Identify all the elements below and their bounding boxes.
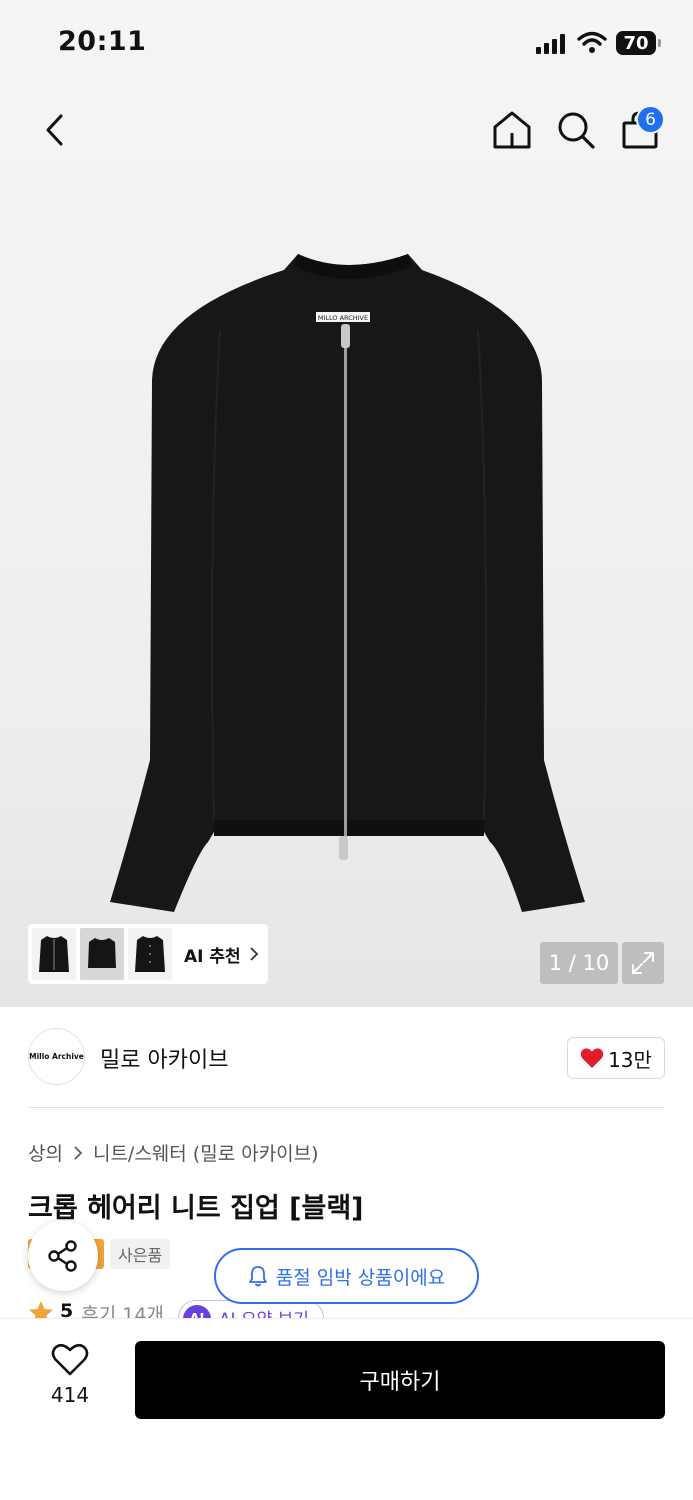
ai-thumbnail[interactable] xyxy=(32,928,76,980)
breadcrumb-subcategory[interactable]: 니트/스웨터 (밀로 아카이브) xyxy=(93,1139,319,1166)
chevron-right-icon xyxy=(74,1145,83,1160)
heart-filled-icon xyxy=(580,1048,604,1068)
bell-icon xyxy=(248,1266,267,1287)
low-stock-toast: 품절 임박 상품이에요 xyxy=(214,1248,479,1304)
search-button[interactable] xyxy=(554,108,598,152)
expand-icon xyxy=(632,952,654,974)
product-gallery[interactable]: 20:11 70 6 MILLO ARCHIVE AI 추천 1 / 10 xyxy=(0,0,693,1007)
breadcrumb-category[interactable]: 상의 xyxy=(28,1139,63,1166)
low-stock-text: 품절 임박 상품이에요 xyxy=(275,1266,446,1289)
review-count[interactable]: 후기 14개 xyxy=(81,1300,164,1320)
chevron-left-icon xyxy=(46,114,63,146)
brand-like-button[interactable]: 13만 xyxy=(567,1037,665,1079)
home-icon xyxy=(493,111,531,149)
battery-indicator: 70 xyxy=(616,31,661,55)
cart-count-badge: 6 xyxy=(636,105,665,134)
clothing-label: MILLO ARCHIVE xyxy=(318,314,368,322)
home-button[interactable] xyxy=(490,108,534,152)
signal-icon xyxy=(536,34,566,54)
image-counter: 1 / 10 xyxy=(540,942,618,984)
product-title: 크롭 헤어리 니트 집업 [블랙] xyxy=(28,1193,364,1224)
status-bar: 20:11 70 xyxy=(0,0,693,90)
brand-name[interactable]: 밀로 아카이브 xyxy=(100,1042,228,1074)
rating-score: 5 xyxy=(60,1300,74,1320)
ai-recommend-strip[interactable]: AI 추천 xyxy=(28,924,268,984)
share-icon xyxy=(48,1240,77,1272)
ai-recommend-label: AI 추천 xyxy=(184,946,241,967)
wishlist-button[interactable]: 414 xyxy=(30,1343,110,1415)
back-button[interactable] xyxy=(34,110,74,150)
wishlist-count: 414 xyxy=(50,1383,90,1407)
ai-thumbnail[interactable] xyxy=(80,928,124,980)
gift-tag: 사은품 xyxy=(110,1239,171,1269)
chevron-right-icon xyxy=(250,947,258,961)
heart-outline-icon xyxy=(51,1343,89,1376)
ai-thumbnail[interactable] xyxy=(128,928,172,980)
divider xyxy=(28,1107,665,1108)
product-image[interactable]: MILLO ARCHIVE xyxy=(110,240,670,920)
share-button[interactable] xyxy=(28,1221,98,1291)
brand-like-count: 13만 xyxy=(608,1047,652,1072)
wifi-icon xyxy=(577,31,607,53)
breadcrumb: 상의 니트/스웨터 (밀로 아카이브) xyxy=(28,1139,319,1166)
star-icon xyxy=(29,1301,53,1320)
bottom-action-bar: 414 구매하기 xyxy=(0,1318,693,1500)
brand-row[interactable]: Millo Archive 밀로 아카이브 13만 xyxy=(28,1028,665,1088)
expand-button[interactable] xyxy=(622,942,664,984)
search-icon xyxy=(558,112,595,149)
buy-button[interactable]: 구매하기 xyxy=(135,1341,665,1419)
status-time: 20:11 xyxy=(58,26,147,57)
brand-logo[interactable]: Millo Archive xyxy=(28,1028,85,1085)
